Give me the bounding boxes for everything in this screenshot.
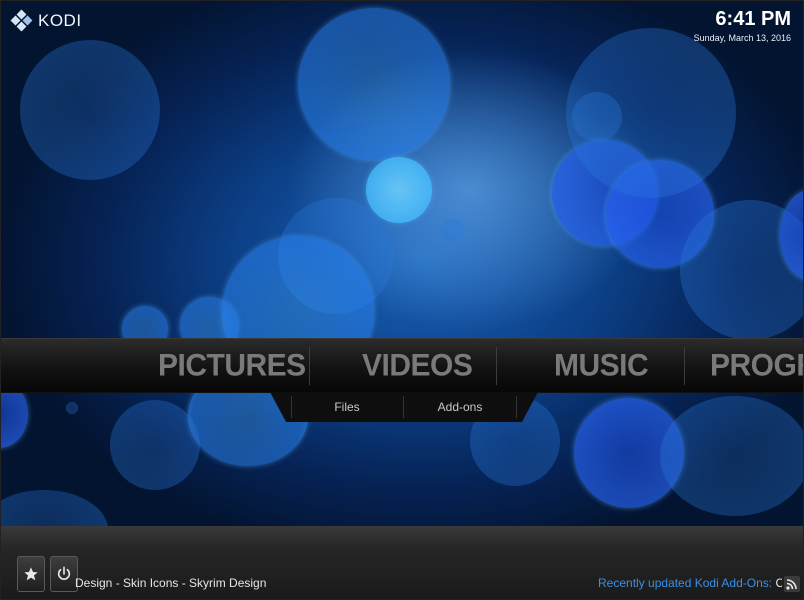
menu-item-pictures[interactable]: PICTURES	[158, 338, 306, 394]
menu-divider	[684, 347, 685, 385]
rss-ticker-label: Recently updated Kodi Add-Ons:	[598, 576, 773, 590]
menu-divider	[309, 347, 310, 385]
power-icon	[57, 566, 71, 580]
main-menu-bar: PICTURES VIDEOS MUSIC PROGRA	[0, 338, 804, 393]
clock-time: 6:41 PM	[715, 8, 791, 30]
submenu-divider	[516, 396, 517, 418]
brand-name: KODI	[38, 11, 82, 30]
kodi-logo-icon	[10, 9, 33, 32]
menu-item-videos[interactable]: VIDEOS	[362, 338, 473, 394]
bokeh-circle	[66, 402, 78, 414]
menu-divider	[496, 347, 497, 385]
rss-ticker-left: Design - Skin Icons - Skyrim Design	[75, 576, 267, 590]
menu-item-programs[interactable]: PROGRA	[710, 338, 804, 394]
rss-icon	[786, 579, 797, 590]
favourites-button[interactable]	[17, 556, 45, 592]
bokeh-circle	[298, 8, 450, 160]
bokeh-circle	[20, 40, 160, 180]
star-icon	[24, 567, 38, 581]
submenu-item-files[interactable]: Files	[292, 392, 402, 422]
bokeh-circle	[110, 400, 200, 490]
rss-ticker-right[interactable]: Recently updated Kodi Add-Ons: Ciner	[598, 576, 782, 590]
submenu-item-add-ons[interactable]: Add-ons	[404, 392, 516, 422]
clock-date: Sunday, March 13, 2016	[693, 33, 791, 43]
rss-ticker-value: Ciner	[775, 576, 782, 590]
kodi-logo: KODI	[10, 9, 82, 32]
bokeh-circle	[566, 28, 736, 198]
bokeh-circle	[440, 218, 464, 242]
sub-menu: Files Add-ons	[270, 392, 538, 422]
background-wallpaper	[0, 0, 804, 600]
rss-button[interactable]	[784, 576, 800, 592]
bokeh-circle	[660, 396, 804, 516]
menu-item-music[interactable]: MUSIC	[554, 338, 649, 394]
power-button[interactable]	[50, 556, 78, 592]
